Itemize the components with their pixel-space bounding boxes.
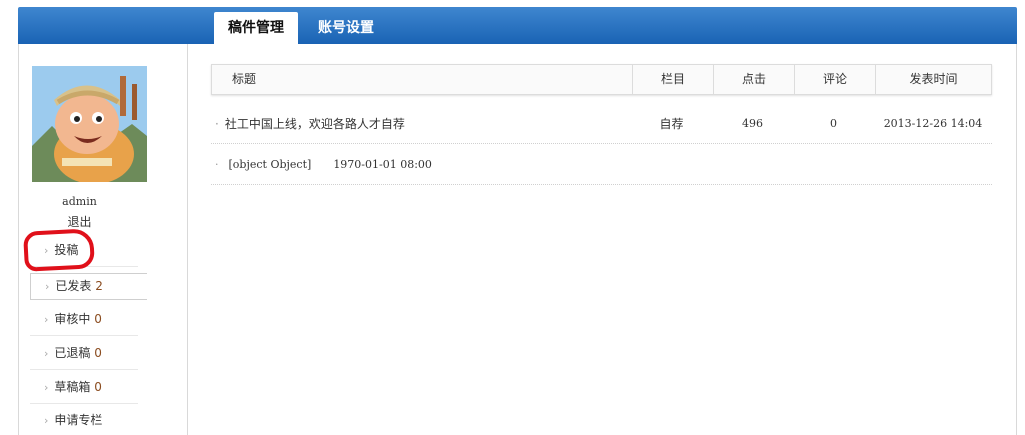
sidebar-item-drafts[interactable]: › 草稿箱 0 [30,371,138,404]
bullet-icon: · [215,158,219,171]
chevron-right-icon: › [44,414,49,427]
chevron-right-icon: › [45,280,50,293]
sidebar-item-apply-column[interactable]: › 申请专栏 [30,404,138,435]
header-column[interactable]: 栏目 [632,65,713,94]
tab-account-settings[interactable]: 账号设置 [304,12,388,44]
header-comments[interactable]: 评论 [794,65,875,94]
sidebar-item-rejected[interactable]: › 已退稿 0 [30,337,138,370]
sidebar-item-label: 审核中 [54,312,91,326]
frame-border-left [18,44,19,435]
sidebar-item-label: 草稿箱 [54,380,91,394]
table-header: 标题 栏目 点击 评论 发表时间 [211,64,992,95]
table-row: · 社工中国上线，欢迎各路人才自荐 自荐 496 0 2013-12-26 14:… [211,104,992,144]
avatar-image [32,66,147,182]
chevron-right-icon: › [44,313,49,326]
username: admin [62,195,97,208]
reviewing-count: 0 [94,312,102,326]
chevron-right-icon: › [44,244,49,257]
chevron-right-icon: › [44,381,49,394]
row-time: 2013-12-26 14:04 [883,117,983,130]
tab-manuscript-management[interactable]: 稿件管理 [214,12,298,44]
row-clicks: 496 [742,117,763,130]
sidebar-item-reviewing[interactable]: › 审核中 0 [30,303,138,336]
sidebar-divider [187,44,188,435]
published-count: 2 [95,279,103,293]
sidebar-item-published[interactable]: › 已发表 2 [30,273,147,300]
sidebar-item-label: 已发表 [55,279,92,293]
top-nav-bar: 稿件管理 账号设置 [18,7,1017,44]
chevron-right-icon: › [44,347,49,360]
row-title-cell: · 社工中国上线，欢迎各路人才自荐 [215,104,405,144]
sidebar-item-submit[interactable]: › 投稿 [30,234,138,267]
drafts-count: 0 [94,380,102,394]
row-time: 1970-01-01 08:00 [333,158,432,171]
table-row: · [object Object] 1970-01-01 08:00 [211,145,992,185]
article-title-link[interactable]: 社工中国上线，欢迎各路人才自荐 [225,117,405,131]
row-comments: 0 [830,117,837,130]
avatar [32,66,147,182]
row-column: 自荐 [659,117,684,131]
logout-link[interactable]: 退出 [32,213,127,230]
sidebar-item-label: 已退稿 [54,346,91,360]
header-title[interactable]: 标题 [232,65,256,94]
article-title-link[interactable]: [object Object] [229,158,312,171]
frame-border-right [1016,44,1017,435]
row-title-cell: · [object Object] 1970-01-01 08:00 [215,145,432,185]
sidebar-item-label: 申请专栏 [54,413,103,427]
sidebar-item-label: 投稿 [54,243,79,257]
bullet-icon: · [215,117,219,131]
header-time[interactable]: 发表时间 [875,65,991,94]
rejected-count: 0 [94,346,102,360]
header-clicks[interactable]: 点击 [713,65,794,94]
